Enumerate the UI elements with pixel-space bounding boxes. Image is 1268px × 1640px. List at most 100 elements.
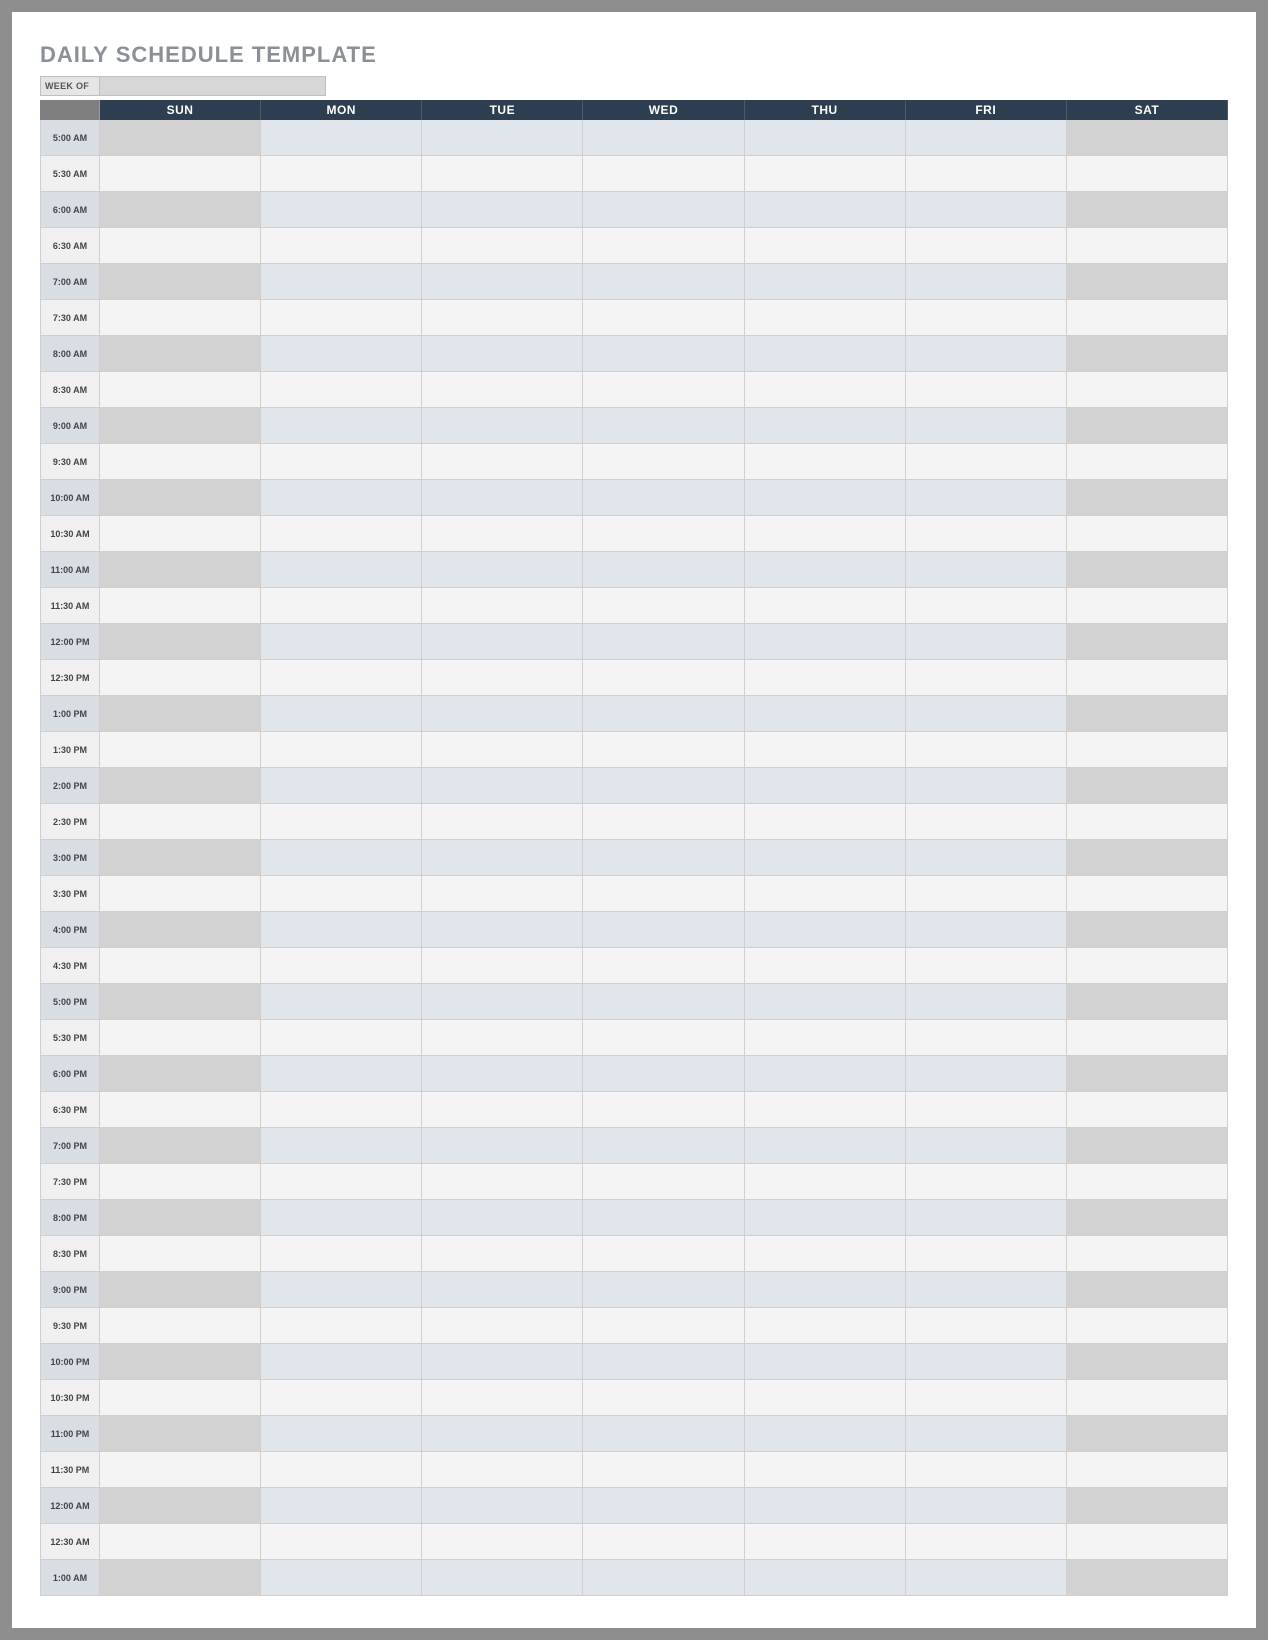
schedule-cell[interactable] <box>261 1236 422 1272</box>
schedule-cell[interactable] <box>100 120 261 156</box>
schedule-cell[interactable] <box>906 660 1067 696</box>
schedule-cell[interactable] <box>745 984 906 1020</box>
schedule-cell[interactable] <box>1067 552 1228 588</box>
schedule-cell[interactable] <box>745 1416 906 1452</box>
schedule-cell[interactable] <box>261 1344 422 1380</box>
schedule-cell[interactable] <box>261 1128 422 1164</box>
schedule-cell[interactable] <box>906 1164 1067 1200</box>
schedule-cell[interactable] <box>745 948 906 984</box>
schedule-cell[interactable] <box>745 1560 906 1596</box>
schedule-cell[interactable] <box>422 372 583 408</box>
schedule-cell[interactable] <box>100 732 261 768</box>
schedule-cell[interactable] <box>1067 480 1228 516</box>
schedule-cell[interactable] <box>906 1020 1067 1056</box>
schedule-cell[interactable] <box>422 1416 583 1452</box>
schedule-cell[interactable] <box>745 1272 906 1308</box>
schedule-cell[interactable] <box>100 480 261 516</box>
schedule-cell[interactable] <box>906 876 1067 912</box>
schedule-cell[interactable] <box>261 408 422 444</box>
schedule-cell[interactable] <box>745 516 906 552</box>
schedule-cell[interactable] <box>745 768 906 804</box>
schedule-cell[interactable] <box>583 336 744 372</box>
schedule-cell[interactable] <box>1067 876 1228 912</box>
schedule-cell[interactable] <box>422 156 583 192</box>
schedule-cell[interactable] <box>100 1056 261 1092</box>
schedule-cell[interactable] <box>1067 696 1228 732</box>
schedule-cell[interactable] <box>1067 264 1228 300</box>
schedule-cell[interactable] <box>261 444 422 480</box>
schedule-cell[interactable] <box>1067 444 1228 480</box>
schedule-cell[interactable] <box>906 156 1067 192</box>
schedule-cell[interactable] <box>261 1164 422 1200</box>
schedule-cell[interactable] <box>583 300 744 336</box>
schedule-cell[interactable] <box>261 696 422 732</box>
schedule-cell[interactable] <box>906 120 1067 156</box>
schedule-cell[interactable] <box>100 1560 261 1596</box>
schedule-cell[interactable] <box>261 804 422 840</box>
schedule-cell[interactable] <box>745 264 906 300</box>
schedule-cell[interactable] <box>261 552 422 588</box>
schedule-cell[interactable] <box>745 1452 906 1488</box>
schedule-cell[interactable] <box>422 588 583 624</box>
schedule-cell[interactable] <box>583 912 744 948</box>
schedule-cell[interactable] <box>583 588 744 624</box>
schedule-cell[interactable] <box>100 1524 261 1560</box>
schedule-cell[interactable] <box>906 336 1067 372</box>
schedule-cell[interactable] <box>1067 1524 1228 1560</box>
schedule-cell[interactable] <box>422 516 583 552</box>
schedule-cell[interactable] <box>583 696 744 732</box>
schedule-cell[interactable] <box>906 1560 1067 1596</box>
schedule-cell[interactable] <box>1067 1344 1228 1380</box>
schedule-cell[interactable] <box>583 228 744 264</box>
schedule-cell[interactable] <box>583 660 744 696</box>
schedule-cell[interactable] <box>261 624 422 660</box>
schedule-cell[interactable] <box>100 660 261 696</box>
schedule-cell[interactable] <box>422 1488 583 1524</box>
schedule-cell[interactable] <box>261 1488 422 1524</box>
schedule-cell[interactable] <box>422 1020 583 1056</box>
schedule-cell[interactable] <box>745 552 906 588</box>
schedule-cell[interactable] <box>422 732 583 768</box>
schedule-cell[interactable] <box>100 840 261 876</box>
schedule-cell[interactable] <box>261 1020 422 1056</box>
schedule-cell[interactable] <box>745 1020 906 1056</box>
schedule-cell[interactable] <box>422 912 583 948</box>
schedule-cell[interactable] <box>100 804 261 840</box>
schedule-cell[interactable] <box>100 228 261 264</box>
schedule-cell[interactable] <box>100 1488 261 1524</box>
schedule-cell[interactable] <box>100 1416 261 1452</box>
week-of-input[interactable] <box>100 76 326 96</box>
schedule-cell[interactable] <box>422 1308 583 1344</box>
schedule-cell[interactable] <box>745 804 906 840</box>
schedule-cell[interactable] <box>1067 660 1228 696</box>
schedule-cell[interactable] <box>422 660 583 696</box>
schedule-cell[interactable] <box>1067 120 1228 156</box>
schedule-cell[interactable] <box>100 336 261 372</box>
schedule-cell[interactable] <box>906 444 1067 480</box>
schedule-cell[interactable] <box>422 228 583 264</box>
schedule-cell[interactable] <box>261 480 422 516</box>
schedule-cell[interactable] <box>583 1272 744 1308</box>
schedule-cell[interactable] <box>261 984 422 1020</box>
schedule-cell[interactable] <box>261 1452 422 1488</box>
schedule-cell[interactable] <box>1067 372 1228 408</box>
schedule-cell[interactable] <box>100 192 261 228</box>
schedule-cell[interactable] <box>906 480 1067 516</box>
schedule-cell[interactable] <box>261 1056 422 1092</box>
schedule-cell[interactable] <box>261 588 422 624</box>
schedule-cell[interactable] <box>100 444 261 480</box>
schedule-cell[interactable] <box>1067 516 1228 552</box>
schedule-cell[interactable] <box>745 696 906 732</box>
schedule-cell[interactable] <box>1067 1452 1228 1488</box>
schedule-cell[interactable] <box>583 1488 744 1524</box>
schedule-cell[interactable] <box>100 156 261 192</box>
schedule-cell[interactable] <box>745 444 906 480</box>
schedule-cell[interactable] <box>583 552 744 588</box>
schedule-cell[interactable] <box>1067 1164 1228 1200</box>
schedule-cell[interactable] <box>1067 1380 1228 1416</box>
schedule-cell[interactable] <box>261 192 422 228</box>
schedule-cell[interactable] <box>422 192 583 228</box>
schedule-cell[interactable] <box>1067 1020 1228 1056</box>
schedule-cell[interactable] <box>422 1524 583 1560</box>
schedule-cell[interactable] <box>100 516 261 552</box>
